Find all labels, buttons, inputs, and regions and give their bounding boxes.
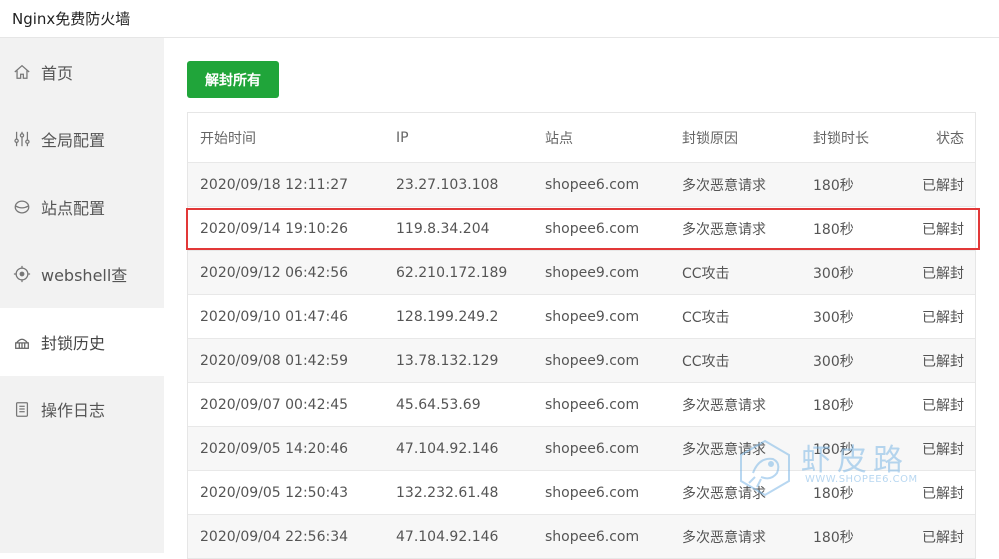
table-cell-duration: 180秒 — [813, 441, 854, 458]
column-header[interactable]: 状态 — [936, 113, 964, 162]
table-cell-reason: 多次恶意请求 — [682, 441, 766, 458]
table-header: 开始时间 IP 站点 封锁原因 封锁时长 状态 — [188, 113, 975, 163]
table-cell-status: 已解封 — [922, 529, 964, 546]
table-cell-ip: 128.199.249.2 — [396, 308, 499, 325]
table-cell-reason: 多次恶意请求 — [682, 221, 766, 238]
table-cell-ip: 119.8.34.204 — [396, 220, 490, 237]
table-cell-time: 2020/09/18 12:11:27 — [200, 176, 349, 193]
table-cell-site: shopee6.com — [545, 220, 640, 237]
block-history-table: 开始时间 IP 站点 封锁原因 封锁时长 状态 2020/09/18 12:11… — [187, 112, 976, 559]
table-cell-time: 2020/09/08 01:42:59 — [200, 352, 349, 369]
table-cell-status: 已解封 — [922, 221, 964, 238]
table-cell-duration: 180秒 — [813, 529, 854, 546]
sidebar-item-label: webshell查 — [41, 266, 128, 286]
table-cell-ip: 47.104.92.146 — [396, 440, 499, 457]
lock-history-icon — [12, 332, 32, 352]
table-cell-time: 2020/09/05 14:20:46 — [200, 440, 349, 457]
table-cell-reason: 多次恶意请求 — [682, 529, 766, 546]
table-cell-site: shopee6.com — [545, 440, 640, 457]
table-cell-time: 2020/09/14 19:10:26 — [200, 220, 349, 237]
table-cell-ip: 132.232.61.48 — [396, 484, 499, 501]
table-cell-duration: 300秒 — [813, 265, 854, 282]
title-bar: Nginx免费防火墙 — [0, 0, 999, 38]
table-body: 2020/09/18 12:11:27 23.27.103.108 shopee6.… — [188, 163, 975, 559]
table-cell-reason: CC攻击 — [682, 309, 730, 326]
table-cell-ip: 13.78.132.129 — [396, 352, 499, 369]
table-row[interactable]: 2020/09/05 14:20:46 47.104.92.146 shopee6.… — [188, 427, 975, 471]
sidebar: 首页 全局配置 站点配置 webshell查 封锁历史 操作日志 — [0, 38, 164, 553]
column-header[interactable]: 封锁原因 — [682, 113, 738, 162]
sidebar-item-global-config[interactable]: 全局配置 — [0, 106, 164, 174]
sidebar-item-label: 首页 — [41, 63, 74, 83]
sidebar-item-operation-log[interactable]: 操作日志 — [0, 376, 164, 444]
table-cell-time: 2020/09/04 22:56:34 — [200, 528, 349, 545]
table-cell-time: 2020/09/12 06:42:56 — [200, 264, 349, 281]
table-cell-site: shopee9.com — [545, 352, 640, 369]
table-cell-site: shopee6.com — [545, 396, 640, 413]
table-cell-site: shopee9.com — [545, 308, 640, 325]
table-cell-ip: 62.210.172.189 — [396, 264, 508, 281]
table-cell-time: 2020/09/07 00:42:45 — [200, 396, 349, 413]
table-cell-ip: 45.64.53.69 — [396, 396, 481, 413]
sidebar-item-label: 站点配置 — [41, 198, 106, 218]
table-cell-status: 已解封 — [922, 397, 964, 414]
sidebar-item-label: 封锁历史 — [41, 333, 106, 353]
sidebar-item-site-config[interactable]: 站点配置 — [0, 173, 164, 241]
sidebar-item-home[interactable]: 首页 — [0, 38, 164, 106]
table-cell-status: 已解封 — [922, 441, 964, 458]
table-row[interactable]: 2020/09/07 00:42:45 45.64.53.69 shopee6.co… — [188, 383, 975, 427]
table-row[interactable]: 2020/09/10 01:47:46 128.199.249.2 shopee9.… — [188, 295, 975, 339]
table-cell-reason: CC攻击 — [682, 265, 730, 282]
table-cell-reason: 多次恶意请求 — [682, 397, 766, 414]
table-row[interactable]: 2020/09/05 12:50:43 132.232.61.48 shopee6.… — [188, 471, 975, 515]
table-row[interactable]: 2020/09/18 12:11:27 23.27.103.108 shopee6.… — [188, 163, 975, 207]
column-header[interactable]: 封锁时长 — [813, 113, 869, 162]
main-content: 解封所有 开始时间 IP 站点 封锁原因 封锁时长 状态 2020/09/18 … — [164, 38, 999, 559]
globe-icon — [12, 197, 32, 217]
table-cell-status: 已解封 — [922, 177, 964, 194]
clipboard-icon — [12, 399, 32, 419]
table-cell-status: 已解封 — [922, 265, 964, 282]
table-cell-ip: 47.104.92.146 — [396, 528, 499, 545]
sliders-icon — [12, 129, 32, 149]
table-cell-duration: 180秒 — [813, 397, 854, 414]
unblock-all-button[interactable]: 解封所有 — [187, 61, 279, 98]
table-cell-status: 已解封 — [922, 353, 964, 370]
table-cell-reason: 多次恶意请求 — [682, 485, 766, 502]
table-cell-duration: 180秒 — [813, 485, 854, 502]
table-row[interactable]: 2020/09/14 19:10:26 119.8.34.204 shopee6.c… — [188, 207, 975, 251]
target-icon — [12, 264, 32, 284]
column-header[interactable]: 站点 — [545, 113, 573, 162]
table-cell-status: 已解封 — [922, 309, 964, 326]
table-cell-site: shopee9.com — [545, 264, 640, 281]
table-cell-status: 已解封 — [922, 485, 964, 502]
table-row[interactable]: 2020/09/08 01:42:59 13.78.132.129 shopee9.… — [188, 339, 975, 383]
table-cell-duration: 180秒 — [813, 221, 854, 238]
sidebar-item-label: 操作日志 — [41, 401, 106, 421]
table-cell-reason: CC攻击 — [682, 353, 730, 370]
table-cell-time: 2020/09/10 01:47:46 — [200, 308, 349, 325]
column-header[interactable]: 开始时间 — [200, 113, 256, 162]
table-row[interactable]: 2020/09/04 22:56:34 47.104.92.146 shopee6.… — [188, 515, 975, 559]
sidebar-item-label: 全局配置 — [41, 131, 106, 151]
table-cell-site: shopee6.com — [545, 528, 640, 545]
table-cell-duration: 300秒 — [813, 353, 854, 370]
home-icon — [12, 62, 32, 82]
table-cell-site: shopee6.com — [545, 176, 640, 193]
table-cell-reason: 多次恶意请求 — [682, 177, 766, 194]
table-cell-duration: 300秒 — [813, 309, 854, 326]
table-cell-site: shopee6.com — [545, 484, 640, 501]
table-cell-duration: 180秒 — [813, 177, 854, 194]
table-cell-time: 2020/09/05 12:50:43 — [200, 484, 349, 501]
sidebar-item-webshell[interactable]: webshell查 — [0, 241, 164, 309]
column-header[interactable]: IP — [396, 113, 409, 162]
table-cell-ip: 23.27.103.108 — [396, 176, 499, 193]
app-title: Nginx免费防火墙 — [12, 10, 131, 28]
table-row[interactable]: 2020/09/12 06:42:56 62.210.172.189 shopee9… — [188, 251, 975, 295]
sidebar-item-block-history[interactable]: 封锁历史 — [0, 308, 164, 376]
